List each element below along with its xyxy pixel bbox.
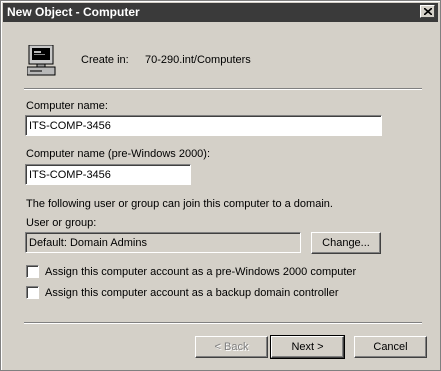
pre2000-name-label: Computer name (pre-Windows 2000): (26, 148, 211, 160)
create-in-label: Create in: (81, 54, 129, 66)
header-separator (24, 88, 422, 90)
computer-icon (27, 45, 56, 76)
back-button[interactable]: < Back (195, 336, 268, 358)
cancel-button[interactable]: Cancel (354, 336, 427, 358)
change-button[interactable]: Change... (311, 232, 381, 254)
close-icon (424, 8, 432, 15)
computer-name-input[interactable] (25, 115, 382, 136)
user-group-field (25, 232, 301, 253)
window-title: New Object - Computer (7, 5, 140, 19)
bdc-checkbox[interactable] (26, 286, 39, 299)
create-in-path: 70-290.int/Computers (145, 54, 251, 66)
join-description: The following user or group can join thi… (26, 198, 333, 210)
close-button[interactable] (420, 5, 435, 18)
footer-separator (24, 322, 422, 324)
pre2000-name-input[interactable] (25, 164, 191, 185)
title-bar[interactable]: New Object - Computer (3, 3, 438, 22)
bdc-checkbox-label[interactable]: Assign this computer account as a backup… (45, 287, 339, 299)
next-button[interactable]: Next > (270, 335, 345, 359)
pre2000-checkbox-label[interactable]: Assign this computer account as a pre-Wi… (45, 266, 356, 278)
pre2000-checkbox[interactable] (26, 265, 39, 278)
user-group-label: User or group: (26, 217, 97, 229)
computer-name-label: Computer name: (26, 100, 108, 112)
dialog-window: New Object - Computer Create in: 70-290.… (0, 0, 441, 371)
